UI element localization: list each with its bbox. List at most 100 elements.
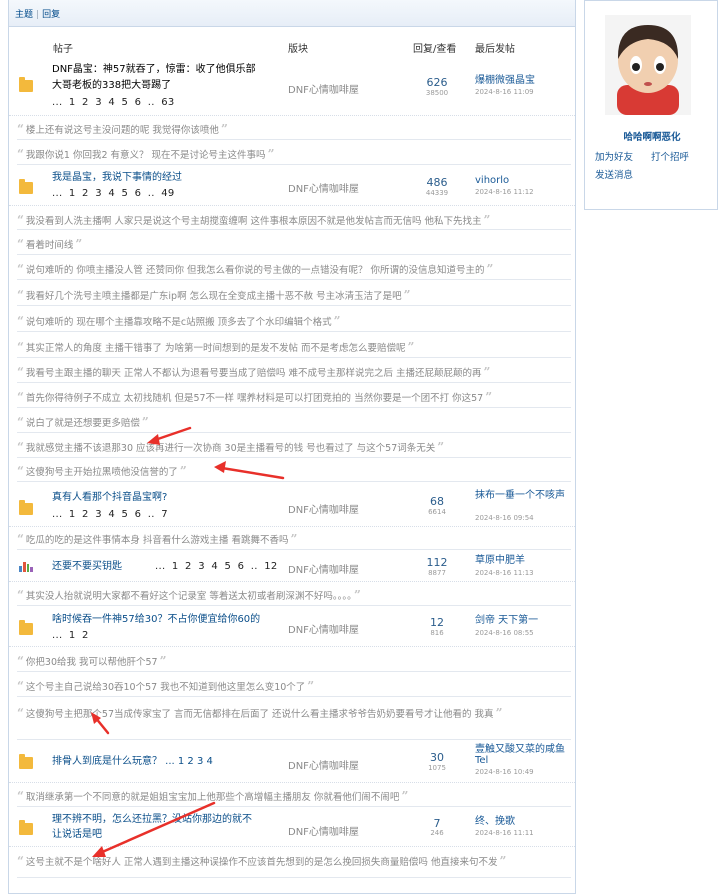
folder-icon (19, 179, 33, 194)
thread-title-line2[interactable]: 大哥老板的338把大哥踢了 (52, 80, 282, 92)
last-post-time: 2024-8-16 10:49 (475, 768, 534, 776)
thread-title[interactable]: 理不辨不明，怎么还拉黑？没站你那边的就不 (52, 814, 282, 826)
quote-text: 这个号主自己说给30吞10个57 我也不知道到他这里怎么变10个了 (25, 682, 306, 693)
quote-reply[interactable]: “首先你得待例子不成立 太初找随机 但是57不一样 嘿养材料是可以打团竞拍的 当… (17, 386, 571, 408)
last-poster[interactable]: 爆棚微强晶宝 (475, 75, 565, 86)
quote-reply[interactable]: “看着时间线” (17, 233, 571, 255)
thread-title[interactable]: 啥时候吞一件神57给30？不占你便宜给你60的 (52, 614, 282, 626)
quote-text: 楼上还有说这号主没问题的呢 我觉得你该喷他 (25, 125, 219, 136)
thread-forum[interactable]: DNF心情咖啡屋 (288, 180, 359, 195)
thread-forum[interactable]: DNF心情咖啡屋 (288, 757, 359, 772)
last-post-time: 2024-8-16 11:12 (475, 188, 534, 196)
tab-topics[interactable]: 主题 (15, 10, 33, 20)
column-header-replies-views: 回复/查看 (413, 44, 457, 55)
quote-text: 看着时间线 (25, 240, 74, 251)
reply-count: 30 (430, 751, 444, 764)
quote-text: 你把30给我 我可以帮他肝个57 (25, 657, 158, 668)
view-count: 6614 (428, 508, 446, 516)
username[interactable]: 哈哈啊啊恶化 (585, 129, 719, 143)
quote-reply[interactable]: “说句难听的 现在哪个主播靠攻略不是c站照搬 顶多去了个水印编辑个格式” (17, 310, 571, 332)
thread-row: 啥时候吞一件神57给30？不占你便宜给你60的 ... 1 2 DNF心情咖啡屋… (9, 607, 575, 647)
thread-title-line2[interactable]: 让说话是吧 (52, 829, 282, 841)
quote-text: 说句难听的 现在哪个主播靠攻略不是c站照搬 顶多去了个水印编辑个格式 (25, 317, 332, 328)
quote-reply[interactable]: “其实没人抬就说明大家都不看好这个记录室 等着送太初或者刷深渊不好吗。。。。” (17, 584, 571, 606)
quote-text: 我跟你说1 你回我2 有意义？ 现在不是讨论号主这件事吗 (25, 150, 266, 161)
tab-separator: | (36, 10, 40, 20)
last-poster[interactable]: 壹触又酸又菜的咸鱼Tel (475, 744, 565, 766)
thread-forum[interactable]: DNF心情咖啡屋 (288, 823, 359, 838)
quote-reply[interactable]: “我看号主跟主播的聊天 正常人不都认为退看号要当成了赔偿吗 难不成号主那样说完之… (17, 361, 571, 383)
send-message-link[interactable]: 发送消息 (595, 167, 633, 181)
thread-title[interactable]: 我是晶宝，我说下事情的经过 (52, 172, 282, 184)
quote-reply[interactable]: “这号主就不是个啥好人 正常人遇到主播这种误操作不应该首先想到的是怎么挽回损失商… (17, 848, 571, 878)
last-post-time: 2024-8-16 11:13 (475, 569, 534, 577)
quote-reply[interactable]: “这个号主自己说给30吞10个57 我也不知道到他这里怎么变10个了” (17, 675, 571, 697)
thread-row: 我是晶宝，我说下事情的经过 ... 1 2 3 4 5 6 .. 49 DNF心… (9, 166, 575, 206)
thread-pager[interactable]: ... 1 2 3 4 5 6 .. 12 (155, 561, 278, 572)
thread-forum[interactable]: DNF心情咖啡屋 (288, 81, 359, 96)
reply-count: 112 (426, 556, 448, 569)
thread-row: 真有人看那个抖音晶宝啊? ... 1 2 3 4 5 6 .. 7 DNF心情咖… (9, 485, 575, 527)
quote-reply[interactable]: “吃瓜的吃的是这件事情本身 抖音看什么游戏主播 看跳舞不香吗” (17, 528, 571, 550)
avatar[interactable] (605, 15, 691, 115)
quote-reply[interactable]: “我没看到人洗主播啊 人家只是说这个号主胡搅蛮缠啊 这件事根本原因不就是他发帖言… (17, 208, 571, 230)
view-count: 44339 (425, 189, 449, 197)
column-header-post: 帖子 (53, 44, 73, 55)
quote-reply[interactable]: “说白了就是还想要更多赔偿” (17, 411, 571, 433)
quote-reply[interactable]: “我跟你说1 你回我2 有意义？ 现在不是讨论号主这件事吗” (17, 143, 571, 165)
view-count: 1075 (428, 764, 446, 772)
quote-text: 这傻狗号主开始拉黑喷他没信誉的了 (25, 467, 178, 478)
folder-icon (19, 820, 33, 835)
quote-text: 首先你得待例子不成立 太初找随机 但是57不一样 嘿养材料是可以打团竞拍的 当然… (25, 393, 484, 404)
thread-title[interactable]: DNF晶宝：神57就吞了，惊雷：收了他俱乐部 (52, 64, 282, 76)
quote-text: 说句难听的 你喷主播没人管 还赞同你 但我怎么看你说的号主做的一点错没有呢？ 你… (25, 265, 485, 276)
folder-icon (19, 77, 33, 92)
thread-pager[interactable]: ... 1 2 3 4 5 6 .. 49 (52, 188, 175, 199)
quote-text: 我看好几个洗号主喷主播都是广东ip啊 怎么现在全变成主播十恶不赦 号主冰清玉洁了… (25, 291, 402, 302)
thread-pager[interactable]: ... 1 2 3 4 5 6 .. 63 (52, 97, 175, 108)
tabs-bar: 主题 | 回复 (9, 0, 575, 27)
reply-count: 626 (426, 76, 448, 89)
user-card: 哈哈啊啊恶化 加为好友 打个招呼 发送消息 (584, 0, 718, 210)
greet-link[interactable]: 打个招呼 (651, 149, 689, 163)
quote-reply[interactable]: “这傻狗号主开始拉黑喷他没信誉的了” (17, 460, 571, 482)
quote-text: 我看号主跟主播的聊天 正常人不都认为退看号要当成了赔偿吗 难不成号主那样说完之后… (25, 368, 482, 379)
thread-row: 理不辨不明，怎么还拉黑？没站你那边的就不 让说话是吧 DNF心情咖啡屋 7 24… (9, 809, 575, 847)
last-poster[interactable]: vihorlo (475, 175, 565, 186)
reply-count: 12 (430, 616, 444, 629)
add-friend-link[interactable]: 加为好友 (595, 149, 633, 163)
thread-title[interactable]: 真有人看那个抖音晶宝啊? (52, 492, 282, 504)
quote-reply[interactable]: “其实正常人的角度 主播干错事了 为啥第一时间想到的是发不发帖 而不是考虑怎么要… (17, 336, 571, 358)
last-poster[interactable]: 草原中肥羊 (475, 555, 565, 566)
quote-text: 这傻狗号主把那个57当成传家宝了 言而无信都排在后面了 还说什么看主播求爷爷告奶… (25, 709, 494, 720)
last-post-time: 2024-8-16 08:55 (475, 629, 534, 637)
quote-reply[interactable]: “我看好几个洗号主喷主播都是广东ip啊 怎么现在全变成主播十恶不赦 号主冰清玉洁… (17, 284, 571, 306)
thread-pager[interactable]: ... 1 2 (52, 630, 89, 641)
last-poster[interactable]: 剑帝 天下第一 (475, 615, 565, 626)
view-count: 246 (430, 829, 444, 837)
view-count: 816 (430, 629, 444, 637)
folder-icon (19, 620, 33, 635)
quote-reply[interactable]: “取消继承第一个不同意的就是姐姐宝宝加上他那些个高增幅主播朋友 你就看他们闹不闹… (17, 785, 571, 807)
column-header-forum: 版块 (288, 44, 308, 55)
quote-reply[interactable]: “我就感觉主播不该退那30 应该再进行一次协商 30是主播看号的钱 号也看过了 … (17, 436, 571, 458)
tab-replies[interactable]: 回复 (42, 10, 60, 20)
quote-reply[interactable]: “你把30给我 我可以帮他肝个57” (17, 650, 571, 672)
reply-count: 486 (426, 176, 448, 189)
quote-text: 我没看到人洗主播啊 人家只是说这个号主胡搅蛮缠啊 这件事根本原因不就是他发帖言而… (25, 216, 482, 227)
last-poster[interactable]: 抹布一垂一个不咳声 (475, 490, 565, 501)
folder-icon (19, 754, 33, 769)
thread-list-panel: 主题 | 回复 帖子 版块 回复/查看 最后发帖 DNF晶宝：神57就吞了，惊雷：收… (8, 0, 576, 894)
quote-reply[interactable]: “楼上还有说这号主没问题的呢 我觉得你该喷他” (17, 118, 571, 140)
quote-text: 我就感觉主播不该退那30 应该再进行一次协商 30是主播看号的钱 号也看过了 与… (25, 443, 436, 454)
column-header-last-post: 最后发帖 (475, 44, 515, 55)
last-poster[interactable]: 终、挽歌 (475, 816, 565, 827)
thread-forum[interactable]: DNF心情咖啡屋 (288, 561, 359, 576)
quote-text: 其实没人抬就说明大家都不看好这个记录室 等着送太初或者刷深渊不好吗。。。。 (25, 591, 352, 602)
quote-reply[interactable]: “说句难听的 你喷主播没人管 还赞同你 但我怎么看你说的号主做的一点错没有呢？ … (17, 258, 571, 280)
thread-forum[interactable]: DNF心情咖啡屋 (288, 621, 359, 636)
quote-reply[interactable]: “这傻狗号主把那个57当成传家宝了 言而无信都排在后面了 还说什么看主播求爷爷告… (17, 700, 571, 740)
thread-pager[interactable]: ... 1 2 3 4 5 6 .. 7 (52, 509, 168, 520)
view-count: 38500 (425, 89, 449, 97)
thread-forum[interactable]: DNF心情咖啡屋 (288, 501, 359, 516)
